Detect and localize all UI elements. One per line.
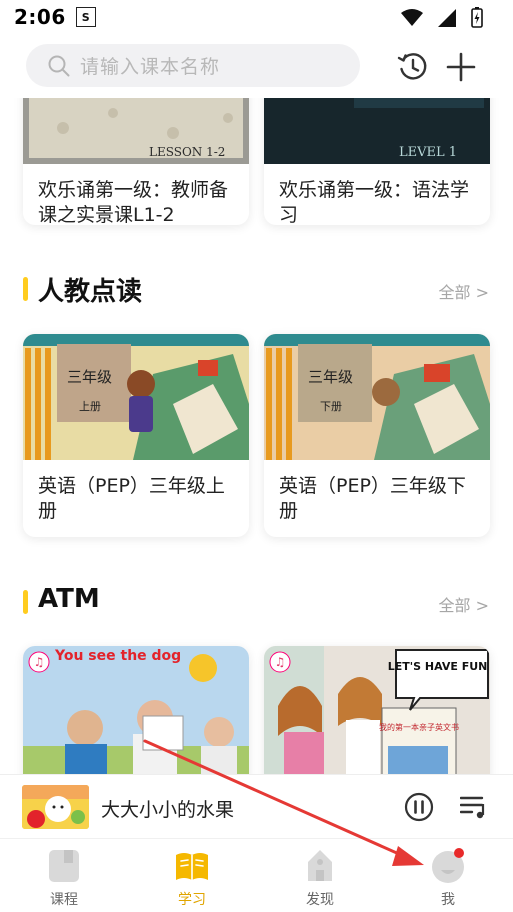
now-playing-title: 大大小小的水果 <box>101 799 235 821</box>
section-view-all-link[interactable]: 全部 > <box>439 592 490 616</box>
section-title: ATM <box>38 584 100 614</box>
atm-cover-image: ♫ You see the dog <box>23 646 249 774</box>
textbook-cover-volume: 上册 <box>79 400 101 413</box>
section-accent-bar <box>23 277 28 301</box>
search-icon <box>48 55 70 76</box>
playlist-icon[interactable] <box>460 794 488 820</box>
textbook-card[interactable]: 三年级 下册 英语（PEP）三年级下册 <box>264 334 490 537</box>
wifi-icon <box>401 8 423 26</box>
course-card[interactable]: LESSON 1-2 欢乐诵第一级：教师备课之实景课L1-2 <box>23 98 249 225</box>
notification-badge <box>454 848 464 858</box>
tab-me[interactable]: 我 <box>384 839 512 912</box>
course-card[interactable]: LEVEL 1 欢乐诵第一级：语法学习 <box>264 98 490 225</box>
textbook-cover-image: 三年级 上册 <box>23 334 249 460</box>
signal-icon <box>438 8 456 27</box>
textbook-title: 英语（PEP）三年级下册 <box>279 475 466 522</box>
tab-label: 学习 <box>178 892 206 908</box>
textbook-card[interactable]: 三年级 上册 英语（PEP）三年级上册 <box>23 334 249 537</box>
section-view-all-link[interactable]: 全部 > <box>439 279 490 303</box>
music-note-icon: ♫ <box>275 655 286 669</box>
section-title: 人教点读 <box>38 277 143 307</box>
top-header: 请输入课本名称 <box>0 34 513 98</box>
atm-book-title: 我的第一本亲子英文书 <box>379 722 459 732</box>
textbook-cover-volume: 下册 <box>320 400 342 413</box>
status-icons <box>401 7 483 28</box>
tab-label: 课程 <box>50 892 78 908</box>
textbook-cover-grade: 三年级 <box>67 368 112 386</box>
course-book-icon <box>49 850 79 882</box>
add-icon[interactable] <box>445 51 477 83</box>
section-header-pep: 人教点读 全部 > <box>0 269 513 309</box>
course-cover-label: LESSON 1-2 <box>149 145 225 159</box>
status-bar: 2:06 S <box>0 0 513 34</box>
course-cover-label: LEVEL 1 <box>399 145 457 160</box>
atm-cover-image: 我的第一本亲子英文书 LET'S HAVE FUN ! ♫ <box>264 646 490 774</box>
atm-cover-title: LET'S HAVE FUN ! <box>388 660 490 673</box>
section-accent-bar <box>23 590 28 614</box>
textbook-cover-image: 三年级 下册 <box>264 334 490 460</box>
status-time: 2:06 <box>14 5 66 29</box>
now-playing-thumbnail <box>22 785 89 829</box>
notification-app-icon: S <box>75 7 96 27</box>
tab-study[interactable]: 学习 <box>128 839 256 912</box>
course-cover-image: LESSON 1-2 <box>23 98 249 164</box>
battery-charging-icon <box>471 7 483 28</box>
content-scroll[interactable]: LESSON 1-2 欢乐诵第一级：教师备课之实景课L1-2 LEVEL 1 欢… <box>0 98 513 774</box>
bottom-tab-bar: 课程 学习 发现 我 <box>0 838 513 912</box>
app-screen: 2:06 S 请输入课本名称 LESSON 1-2 欢乐诵第一级：教师备课之实景… <box>0 0 513 912</box>
tab-label: 我 <box>441 892 455 908</box>
course-title: 欢乐诵第一级：教师备课之实景课L1-2 <box>38 179 229 225</box>
search-input[interactable]: 请输入课本名称 <box>26 44 360 87</box>
tab-label: 发现 <box>306 892 334 908</box>
atm-card[interactable]: 我的第一本亲子英文书 LET'S HAVE FUN ! ♫ <box>264 646 490 774</box>
tab-courses[interactable]: 课程 <box>0 839 128 912</box>
textbook-title: 英语（PEP）三年级上册 <box>38 475 225 522</box>
atm-cover-title: You see the dog <box>54 648 181 664</box>
music-note-icon: ♫ <box>34 655 45 669</box>
profile-face-icon <box>432 848 464 883</box>
atm-card[interactable]: ♫ You see the dog <box>23 646 249 774</box>
section-header-atm: ATM 全部 > <box>0 582 513 622</box>
discover-building-icon <box>308 850 332 881</box>
textbook-cover-grade: 三年级 <box>308 368 353 386</box>
open-book-icon <box>176 853 208 880</box>
tab-discover[interactable]: 发现 <box>256 839 384 912</box>
course-cover-image: LEVEL 1 <box>264 98 490 164</box>
pause-icon[interactable] <box>404 792 434 822</box>
course-title: 欢乐诵第一级：语法学习 <box>279 179 470 225</box>
now-playing-bar[interactable]: 大大小小的水果 <box>0 774 513 838</box>
search-placeholder: 请输入课本名称 <box>80 56 221 78</box>
history-icon[interactable] <box>397 51 429 83</box>
